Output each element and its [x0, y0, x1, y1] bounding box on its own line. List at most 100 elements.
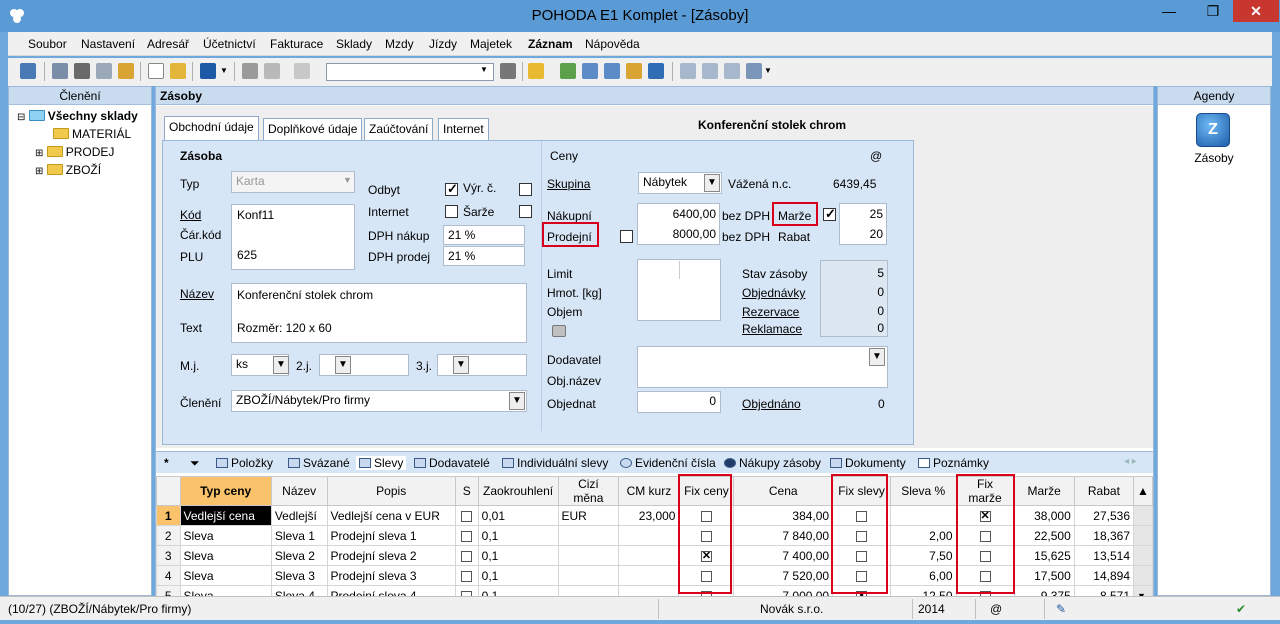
- tab-slevy[interactable]: Slevy: [356, 456, 407, 470]
- cell-cizi-mena[interactable]: [557, 525, 620, 546]
- lookup-icon[interactable]: ▼: [335, 356, 351, 374]
- reklamace-link[interactable]: Reklamace: [742, 322, 802, 336]
- collapse-icon[interactable]: ⊟: [17, 112, 25, 123]
- scrollbar[interactable]: [1133, 505, 1153, 526]
- cell-zaokrouhleni[interactable]: 0,1: [477, 565, 559, 586]
- edit-icon[interactable]: [170, 63, 186, 79]
- maximize-icon[interactable]: ❐: [1198, 0, 1228, 22]
- odbyt-checkbox[interactable]: [445, 181, 458, 197]
- sarze-checkbox[interactable]: [519, 205, 532, 218]
- open-icon[interactable]: [52, 63, 68, 79]
- zasoby-agenda-icon[interactable]: [1196, 113, 1230, 147]
- cell-typ-ceny[interactable]: Sleva: [179, 545, 272, 566]
- minimize-icon[interactable]: —: [1154, 0, 1184, 22]
- filter-icon[interactable]: [500, 63, 516, 79]
- dodavatel-input[interactable]: [637, 346, 888, 388]
- menu-sklady[interactable]: Sklady: [336, 37, 372, 51]
- tab-dokumenty[interactable]: Dokumenty: [830, 456, 906, 470]
- col-zaokrouhleni[interactable]: Zaokrouhlení: [477, 476, 559, 506]
- checkbox[interactable]: [461, 530, 473, 542]
- mj2-input[interactable]: [319, 354, 409, 376]
- cell-nazev[interactable]: Sleva 3: [270, 565, 328, 586]
- col-s[interactable]: S: [454, 476, 479, 506]
- tab-zauctovani[interactable]: Zaúčtování: [364, 118, 434, 140]
- dph-prodej-select[interactable]: 21 %: [443, 246, 525, 266]
- lookup-icon[interactable]: ▼: [273, 356, 289, 374]
- objednano-link[interactable]: Objednáno: [742, 397, 801, 411]
- scroll-arrows-icon[interactable]: ◂ ▸: [1124, 456, 1137, 467]
- col-nazev[interactable]: Název: [270, 476, 328, 506]
- tab-svazane[interactable]: Svázané: [288, 456, 350, 470]
- menu-adresar[interactable]: Adresář: [147, 37, 189, 51]
- settings-icon[interactable]: [746, 63, 762, 79]
- tree-item-material[interactable]: MATERIÁL: [53, 127, 131, 141]
- quick-filter-input[interactable]: [326, 63, 494, 81]
- cell-popis[interactable]: Prodejní sleva 1: [326, 525, 456, 546]
- calculator-icon[interactable]: [582, 63, 598, 79]
- cell-popis[interactable]: Prodejní sleva 2: [326, 545, 456, 566]
- cell-cizi-mena[interactable]: EUR: [557, 505, 620, 526]
- cell-marze[interactable]: 17,500: [1013, 565, 1075, 586]
- col-marze[interactable]: Marže: [1013, 476, 1075, 506]
- cell-zaokrouhleni[interactable]: 0,01: [477, 505, 559, 526]
- save-icon[interactable]: [242, 63, 258, 79]
- tree-item-prodej[interactable]: ⊞ PRODEJ: [35, 145, 114, 159]
- expand-icon[interactable]: ⊞: [35, 166, 43, 177]
- preview-icon[interactable]: [96, 63, 112, 79]
- cleneni-input[interactable]: ZBOŽÍ/Nábytek/Pro firmy: [231, 390, 527, 412]
- cell-cena[interactable]: 7 400,00: [733, 545, 834, 566]
- dropdown-arrow-icon[interactable]: ▼: [764, 63, 772, 79]
- cell-typ-ceny[interactable]: Sleva: [179, 525, 272, 546]
- cell-cm-kurz[interactable]: [618, 565, 680, 586]
- tree-item-zbozi[interactable]: ⊞ ZBOŽÍ: [35, 163, 101, 177]
- menu-ucetnictvi[interactable]: Účetnictví: [203, 37, 256, 51]
- col-cena[interactable]: Cena: [733, 476, 834, 506]
- cell-cena[interactable]: 384,00: [733, 505, 834, 526]
- tab-dodavatele[interactable]: Dodavatelé: [414, 456, 490, 470]
- scrollbar[interactable]: [1133, 525, 1153, 546]
- menu-soubor[interactable]: Soubor: [28, 37, 67, 51]
- text-input[interactable]: Rozměr: 120 x 60: [237, 321, 332, 335]
- cell-s[interactable]: [454, 505, 479, 526]
- tab-nakupy-zasoby[interactable]: Nákupy zásoby: [724, 456, 821, 470]
- close-icon[interactable]: ✕: [1233, 0, 1279, 22]
- export-icon[interactable]: [118, 63, 134, 79]
- cell-rabat[interactable]: 14,894: [1073, 565, 1135, 586]
- cell-cm-kurz[interactable]: 23,000: [618, 505, 680, 526]
- scrollbar[interactable]: [1133, 565, 1153, 586]
- cell-marze[interactable]: 22,500: [1013, 525, 1075, 546]
- cell-cm-kurz[interactable]: [618, 525, 680, 546]
- cell-cizi-mena[interactable]: [557, 565, 620, 586]
- cancel-icon[interactable]: [264, 63, 280, 79]
- rabat-input[interactable]: 20: [870, 227, 883, 241]
- expand-icon[interactable]: ⊞: [35, 148, 43, 159]
- tab-doplnkove-udaje[interactable]: Doplňkové údaje: [263, 118, 363, 140]
- tab-polozky[interactable]: Položky: [216, 456, 273, 470]
- menu-mzdy[interactable]: Mzdy: [385, 37, 414, 51]
- at-icon[interactable]: @: [870, 149, 882, 163]
- col-cizi-mena[interactable]: Cizí měna: [557, 476, 620, 506]
- cell-sleva[interactable]: [889, 505, 957, 526]
- prodejni-input[interactable]: 8000,00: [673, 227, 716, 241]
- internet-checkbox[interactable]: [445, 205, 458, 218]
- row-number[interactable]: 2: [156, 525, 181, 546]
- objednat-input[interactable]: 0: [637, 391, 721, 413]
- lookup-icon[interactable]: ▼: [509, 392, 525, 410]
- iban-icon[interactable]: [648, 63, 664, 79]
- cell-zaokrouhleni[interactable]: 0,1: [477, 545, 559, 566]
- tab-poznamky[interactable]: Poznámky: [918, 456, 989, 470]
- checkbox[interactable]: [461, 510, 473, 522]
- cell-rabat[interactable]: 27,536: [1073, 505, 1135, 526]
- cell-nazev[interactable]: Sleva 1: [270, 525, 328, 546]
- scrollbar[interactable]: [1133, 545, 1153, 566]
- cell-typ-ceny[interactable]: Sleva: [179, 565, 272, 586]
- row-number[interactable]: 3: [156, 545, 181, 566]
- tab-evidencni-cisla[interactable]: Evidenční čísla: [620, 456, 716, 470]
- nakupni-input[interactable]: 6400,00: [673, 207, 716, 221]
- plu-input[interactable]: 625: [237, 248, 257, 262]
- objednavky-link[interactable]: Objednávky: [742, 286, 805, 300]
- cell-cm-kurz[interactable]: [618, 545, 680, 566]
- menu-nastaveni[interactable]: Nastavení: [81, 37, 135, 51]
- list-icon[interactable]: [702, 63, 718, 79]
- tree-root[interactable]: ⊟ Všechny sklady: [17, 109, 138, 123]
